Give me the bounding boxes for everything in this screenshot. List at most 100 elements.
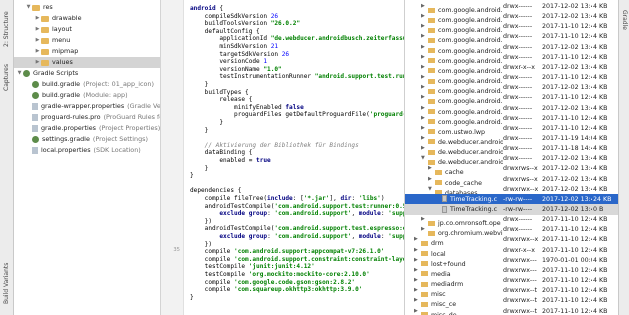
tree-item-label: Gradle Scripts bbox=[33, 69, 79, 77]
code-token: module bbox=[358, 210, 381, 218]
properties-file-icon bbox=[32, 125, 38, 132]
code-token: "android.support.test.runner.Andr bbox=[314, 73, 404, 81]
tree-item-label: menu bbox=[52, 36, 71, 44]
gradle-icon bbox=[32, 92, 39, 99]
tree-item-label: local.properties bbox=[41, 146, 91, 154]
code-line: exclude group: 'com.android.support', mo… bbox=[190, 232, 404, 241]
folder-icon bbox=[41, 59, 49, 66]
folder-icon bbox=[41, 48, 49, 55]
device-file-label: misc_de bbox=[431, 311, 457, 315]
tree-item[interactable]: ▼ res bbox=[14, 2, 160, 13]
line-number: 35 bbox=[173, 247, 180, 254]
tree-arrow-icon[interactable]: ▼ bbox=[25, 2, 32, 13]
code-token: 'proguard-android.t bbox=[369, 111, 404, 119]
code-token: } bbox=[190, 172, 194, 180]
tree-item-label: gradle-wrapper.properties bbox=[41, 102, 125, 110]
tree-item[interactable]: ▶ menu bbox=[14, 35, 160, 46]
code-token: "de.webducer.androidbusch.zeiterfassung" bbox=[270, 35, 404, 43]
tree-item-label: layout bbox=[52, 25, 72, 33]
device-file-date: 2017-11-10 12:4 bbox=[542, 307, 592, 315]
tree-item[interactable]: gradle.properties (Project Properties) bbox=[14, 123, 160, 134]
properties-file-icon bbox=[32, 114, 38, 121]
folder-icon bbox=[41, 15, 49, 22]
device-file-explorer: ▶com.google.android. drwx------ 2017-12-02… bbox=[404, 0, 619, 315]
tree-item-label: mipmap bbox=[52, 47, 79, 55]
code-token: testInstrumentationRunner bbox=[190, 73, 315, 81]
tree-item[interactable]: gradle-wrapper.properties(Gradle Versi bbox=[14, 101, 161, 112]
tree-item-label: gradle.properties bbox=[41, 124, 97, 132]
properties-file-icon bbox=[32, 147, 38, 154]
tree-item[interactable]: proguard-rules.pro (ProGuard Rules for bbox=[14, 112, 161, 123]
code-token: 26 bbox=[281, 50, 290, 58]
tree-item[interactable]: ▶ mipmap bbox=[14, 46, 160, 57]
tree-item[interactable]: ▶ values bbox=[14, 57, 160, 68]
tree-arrow-icon[interactable]: ▶ bbox=[34, 13, 41, 24]
tree-item-label: settings.gradle bbox=[42, 135, 90, 143]
code-token: } bbox=[190, 126, 209, 134]
tree-item-label: values bbox=[52, 58, 73, 66]
tree-item-detail: (SDK Location) bbox=[93, 146, 141, 154]
properties-file-icon bbox=[32, 103, 38, 110]
code-token: exclude group bbox=[219, 233, 268, 240]
device-file-label: TimeTracking.c bbox=[450, 195, 498, 203]
tree-arrow-icon[interactable]: ▶ bbox=[34, 46, 41, 57]
project-tree: ▼ res ▶ drawable ▶ layout ▶ menu ▶ mipmap ▶ values ▼… bbox=[14, 0, 161, 315]
gradle-tab[interactable]: Gradle bbox=[619, 4, 629, 36]
structure-tab[interactable]: 2: Structure bbox=[0, 4, 13, 54]
editor-gutter: 35 bbox=[161, 0, 184, 315]
device-file-permissions: drwxrwx--t bbox=[503, 307, 537, 315]
build-variants-tab[interactable]: Build Variants bbox=[0, 255, 13, 311]
folder-icon bbox=[41, 26, 49, 33]
tree-item-detail: (Project Settings) bbox=[92, 135, 148, 143]
code-token: 'support-an bbox=[388, 233, 404, 240]
tree-item-label: proguard-rules.pro bbox=[41, 113, 101, 121]
code-token: , bbox=[351, 233, 359, 240]
code-line: } bbox=[190, 126, 209, 135]
tree-arrow-icon[interactable]: ▼ bbox=[16, 68, 23, 79]
tree-item[interactable]: ▼ Gradle Scripts bbox=[14, 68, 160, 79]
folder-icon bbox=[41, 37, 49, 44]
device-file-row[interactable]: ▶ misc_de drwxrwx--t 2017-11-10 12:4 4 KB bbox=[405, 306, 619, 315]
code-line: testInstrumentationRunner "android.suppo… bbox=[190, 72, 404, 81]
tree-item[interactable]: local.properties (SDK Location) bbox=[14, 145, 160, 156]
tree-item-detail: (Module: app) bbox=[83, 91, 128, 99]
code-token: 'support-an bbox=[388, 210, 404, 218]
device-tree-arrow-icon[interactable]: ▶ bbox=[414, 306, 421, 315]
file-icon bbox=[442, 205, 447, 213]
gradle-icon bbox=[32, 81, 39, 88]
code-token: "26.0.2" bbox=[270, 20, 301, 28]
tree-item-label: build.gradle bbox=[42, 91, 81, 99]
gradle-icon bbox=[32, 136, 39, 143]
tree-item[interactable]: build.gradle (Module: app) bbox=[14, 90, 160, 101]
folder-icon bbox=[32, 4, 40, 11]
code-token: , bbox=[351, 210, 359, 218]
device-file-name: ▶ misc_de bbox=[414, 306, 503, 315]
code-token: exclude group bbox=[219, 210, 268, 218]
tree-item-label: drawable bbox=[52, 14, 82, 22]
captures-tab[interactable]: Captures bbox=[0, 58, 13, 98]
right-tool-strip: Gradle bbox=[618, 0, 629, 315]
code-line: } bbox=[190, 171, 194, 180]
code-token: 'com.android.support' bbox=[274, 233, 352, 240]
tree-arrow-icon[interactable]: ▶ bbox=[34, 24, 41, 35]
device-file-size: 4 KB bbox=[593, 307, 608, 315]
code-editor[interactable]: android { compileSdkVersion 26 buildTool… bbox=[184, 0, 404, 315]
tree-item-label: res bbox=[43, 3, 53, 11]
device-file-label: TimeTracking.c bbox=[450, 206, 498, 213]
tree-item-detail: (Gradle Versi bbox=[127, 102, 161, 110]
code-token: true bbox=[256, 157, 271, 164]
gradle-icon bbox=[23, 70, 30, 77]
code-token: 'com.squareup.okhttp3:okhttp:3.9.0' bbox=[234, 286, 363, 294]
tree-item-detail: (ProGuard Rules for bbox=[103, 113, 161, 121]
left-tool-strip: 2: Structure Captures Build Variants bbox=[0, 0, 14, 315]
tree-item[interactable]: ▶ drawable bbox=[14, 13, 160, 24]
tree-item-label: build.gradle bbox=[42, 80, 81, 88]
tree-item[interactable]: ▶ layout bbox=[14, 24, 160, 35]
tree-arrow-icon[interactable]: ▶ bbox=[34, 35, 41, 46]
tree-item-detail: (Project: 01_app_icon) bbox=[83, 80, 154, 88]
tree-item[interactable]: build.gradle (Project: 01_app_icon) bbox=[14, 79, 160, 90]
tree-arrow-icon[interactable]: ▶ bbox=[34, 57, 41, 68]
file-icon bbox=[442, 195, 447, 203]
tree-item[interactable]: settings.gradle (Project Settings) bbox=[14, 134, 160, 145]
code-line: exclude group: 'com.android.support', mo… bbox=[190, 209, 404, 218]
